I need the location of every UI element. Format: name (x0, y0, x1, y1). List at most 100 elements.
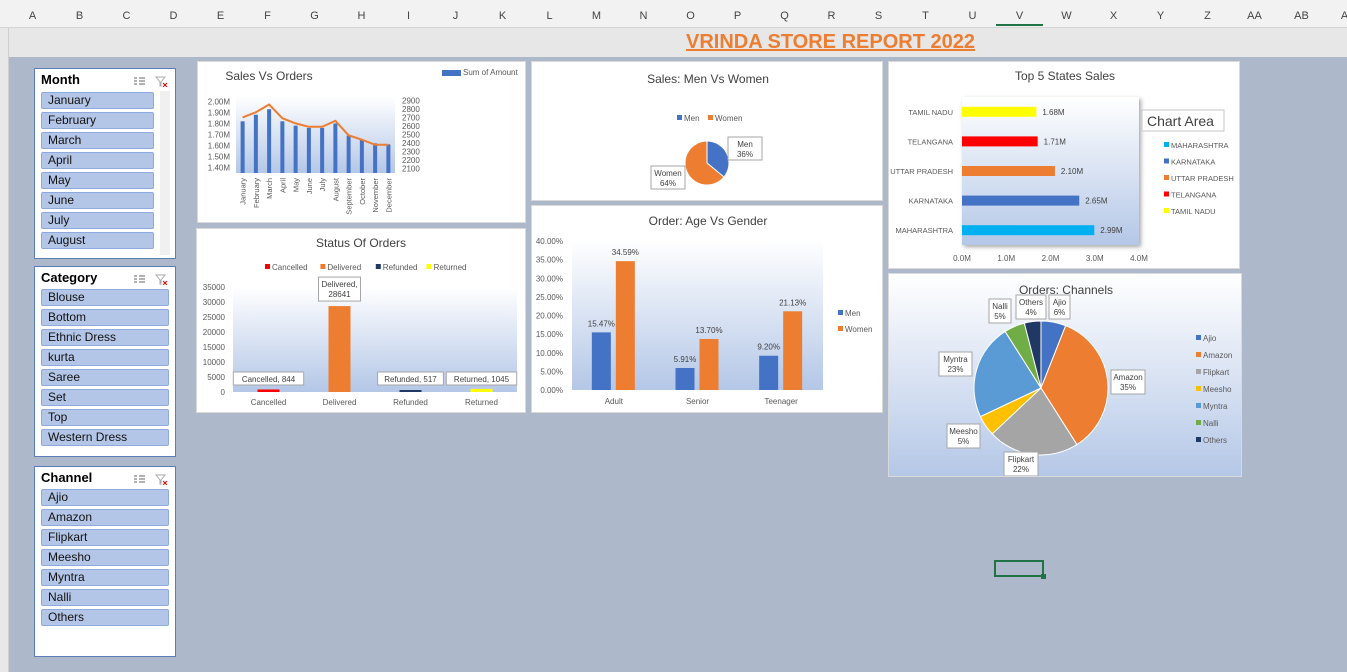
month-slicer-item[interactable]: June (41, 192, 154, 209)
channel-slicer-item[interactable]: Flipkart (41, 529, 169, 546)
category-slicer-item[interactable]: kurta (41, 349, 169, 366)
y-tick-label: 35000 (203, 283, 226, 292)
column-header-m: M (591, 10, 602, 22)
legend-label: MAHARASHTRA (1171, 141, 1229, 150)
y-tick-label: 30000 (203, 298, 226, 307)
bar (386, 144, 391, 173)
month-slicer-item[interactable]: March (41, 132, 154, 149)
channel-slicer-item[interactable]: Meesho (41, 549, 169, 566)
active-cell-selection[interactable] (994, 560, 1046, 579)
data-label: Men (737, 140, 753, 149)
legend-label: Delivered (327, 263, 361, 272)
month-slicer-item[interactable]: April (41, 152, 154, 169)
column-header-ac: AC (1340, 10, 1347, 22)
report-title: VRINDA STORE REPORT 2022 (686, 31, 975, 53)
category-slicer-item[interactable]: Ethnic Dress (41, 329, 169, 346)
channel-slicer[interactable]: Channel Ajio Amazon Flipkart Meesho Myntra Na… (34, 466, 176, 657)
data-label: 35% (1120, 383, 1136, 392)
bar (962, 225, 1095, 236)
category-slicer-item[interactable]: Top (41, 409, 169, 426)
bar (333, 123, 338, 173)
legend-label: TAMIL NADU (1171, 207, 1216, 216)
channel-slicer-item[interactable]: Nalli (41, 589, 169, 606)
x-tick-label: 0.0M (953, 254, 971, 263)
legend-swatch (708, 115, 713, 120)
legend-label: Returned (434, 263, 467, 272)
column-header-s: S (874, 10, 883, 22)
month-slicer-scrollbar[interactable] (160, 91, 170, 255)
column-header-q: Q (780, 10, 789, 22)
channel-slicer-item[interactable]: Others (41, 609, 169, 626)
y-tick-label: 35.00% (536, 256, 563, 265)
data-label: Amazon (1113, 373, 1142, 382)
column-header-j: J (452, 10, 459, 22)
month-slicer-item[interactable]: February (41, 112, 154, 129)
x-tick-label: Adult (605, 397, 624, 406)
data-label: 36% (737, 150, 753, 159)
orders-channels-chart[interactable]: Orders: Channels Ajio 6% Amazon 35% Flipkart 2… (888, 273, 1242, 477)
category-slicer-item[interactable]: Saree (41, 369, 169, 386)
month-slicer-item[interactable]: May (41, 172, 154, 189)
column-header-d: D (169, 10, 178, 22)
category-clear-filter-icon (154, 272, 168, 286)
category-slicer-item[interactable]: Western Dress (41, 429, 169, 446)
data-label: 4% (1025, 308, 1037, 317)
category-slicer-item[interactable]: Bottom (41, 309, 169, 326)
y-tick-label: 30.00% (536, 274, 563, 283)
category-slicer[interactable]: Category Blouse Bottom Ethnic Dress kurta Sa… (34, 266, 176, 457)
month-multiselect-icon (133, 74, 146, 85)
legend-swatch (1164, 142, 1169, 147)
status-of-orders-chart[interactable]: Status Of Orders Cancelled Delivered Refund… (196, 228, 526, 413)
bar (359, 140, 364, 173)
top5-states-chart[interactable]: Top 5 States Sales 0.0M 1.0M 2.0M 3.0M 4.0M 1.… (888, 61, 1240, 269)
bar (783, 311, 803, 390)
month-slicer-item[interactable]: August (41, 232, 154, 249)
legend-label: UTTAR PRADESH (1171, 174, 1234, 183)
x-tick-label: Cancelled (251, 398, 287, 407)
channel-slicer-header: Channel (41, 470, 93, 485)
sales-vs-orders-chart[interactable]: Sales Vs Orders Sum of Amount 2.00M 1.90M 1.… (197, 61, 526, 223)
bar (280, 121, 285, 173)
channel-slicer-item[interactable]: Myntra (41, 569, 169, 586)
bar (267, 109, 272, 173)
men-vs-women-chart[interactable]: Sales: Men Vs Women Men Women Men 36% Women 64… (531, 61, 883, 201)
y-tick-label: 10000 (203, 358, 226, 367)
legend-swatch (320, 264, 326, 269)
bar (962, 136, 1038, 147)
x-tick-label: February (252, 178, 261, 208)
data-label: 13.70% (695, 326, 722, 335)
y-tick-label: 1.90M (208, 109, 231, 118)
legend-label: TELANGANA (1171, 191, 1216, 200)
age-vs-gender-chart[interactable]: Order: Age Vs Gender 40.00% 35.00% 30.00% 25… (531, 205, 883, 413)
y-tick-label: UTTAR PRADESH (890, 167, 953, 176)
bar (240, 121, 245, 173)
month-slicer[interactable]: Month January February March April May June Ju… (34, 68, 176, 259)
legend-label: Amazon (1203, 351, 1232, 360)
x-tick-label: March (265, 178, 274, 199)
y-tick-label: 1.80M (208, 120, 231, 129)
chart-area-tooltip: Chart Area (1147, 113, 1214, 129)
channel-clear-filter-icon (154, 472, 168, 486)
bar (320, 127, 325, 173)
fill-handle[interactable] (1041, 574, 1046, 579)
channel-slicer-item[interactable]: Ajio (41, 489, 169, 506)
data-label: Nalli (992, 302, 1008, 311)
column-header-r: R (827, 10, 836, 22)
column-header-g: G (310, 10, 319, 22)
x-tick-label: July (318, 178, 327, 192)
legend-label: Men (684, 114, 700, 123)
legend-label: Refunded (383, 263, 418, 272)
column-header-v: V (996, 10, 1043, 26)
y-tick-label: 5000 (207, 373, 225, 382)
data-label: 5% (994, 312, 1006, 321)
month-slicer-item[interactable]: January (41, 92, 154, 109)
bar (962, 195, 1080, 206)
month-slicer-item[interactable]: July (41, 212, 154, 229)
column-header-e: E (216, 10, 225, 22)
column-header-k: K (498, 10, 507, 22)
legend-swatch (442, 70, 461, 76)
category-slicer-item[interactable]: Set (41, 389, 169, 406)
category-slicer-item[interactable]: Blouse (41, 289, 169, 306)
channel-slicer-item[interactable]: Amazon (41, 509, 169, 526)
legend-label: Meesho (1203, 385, 1232, 394)
